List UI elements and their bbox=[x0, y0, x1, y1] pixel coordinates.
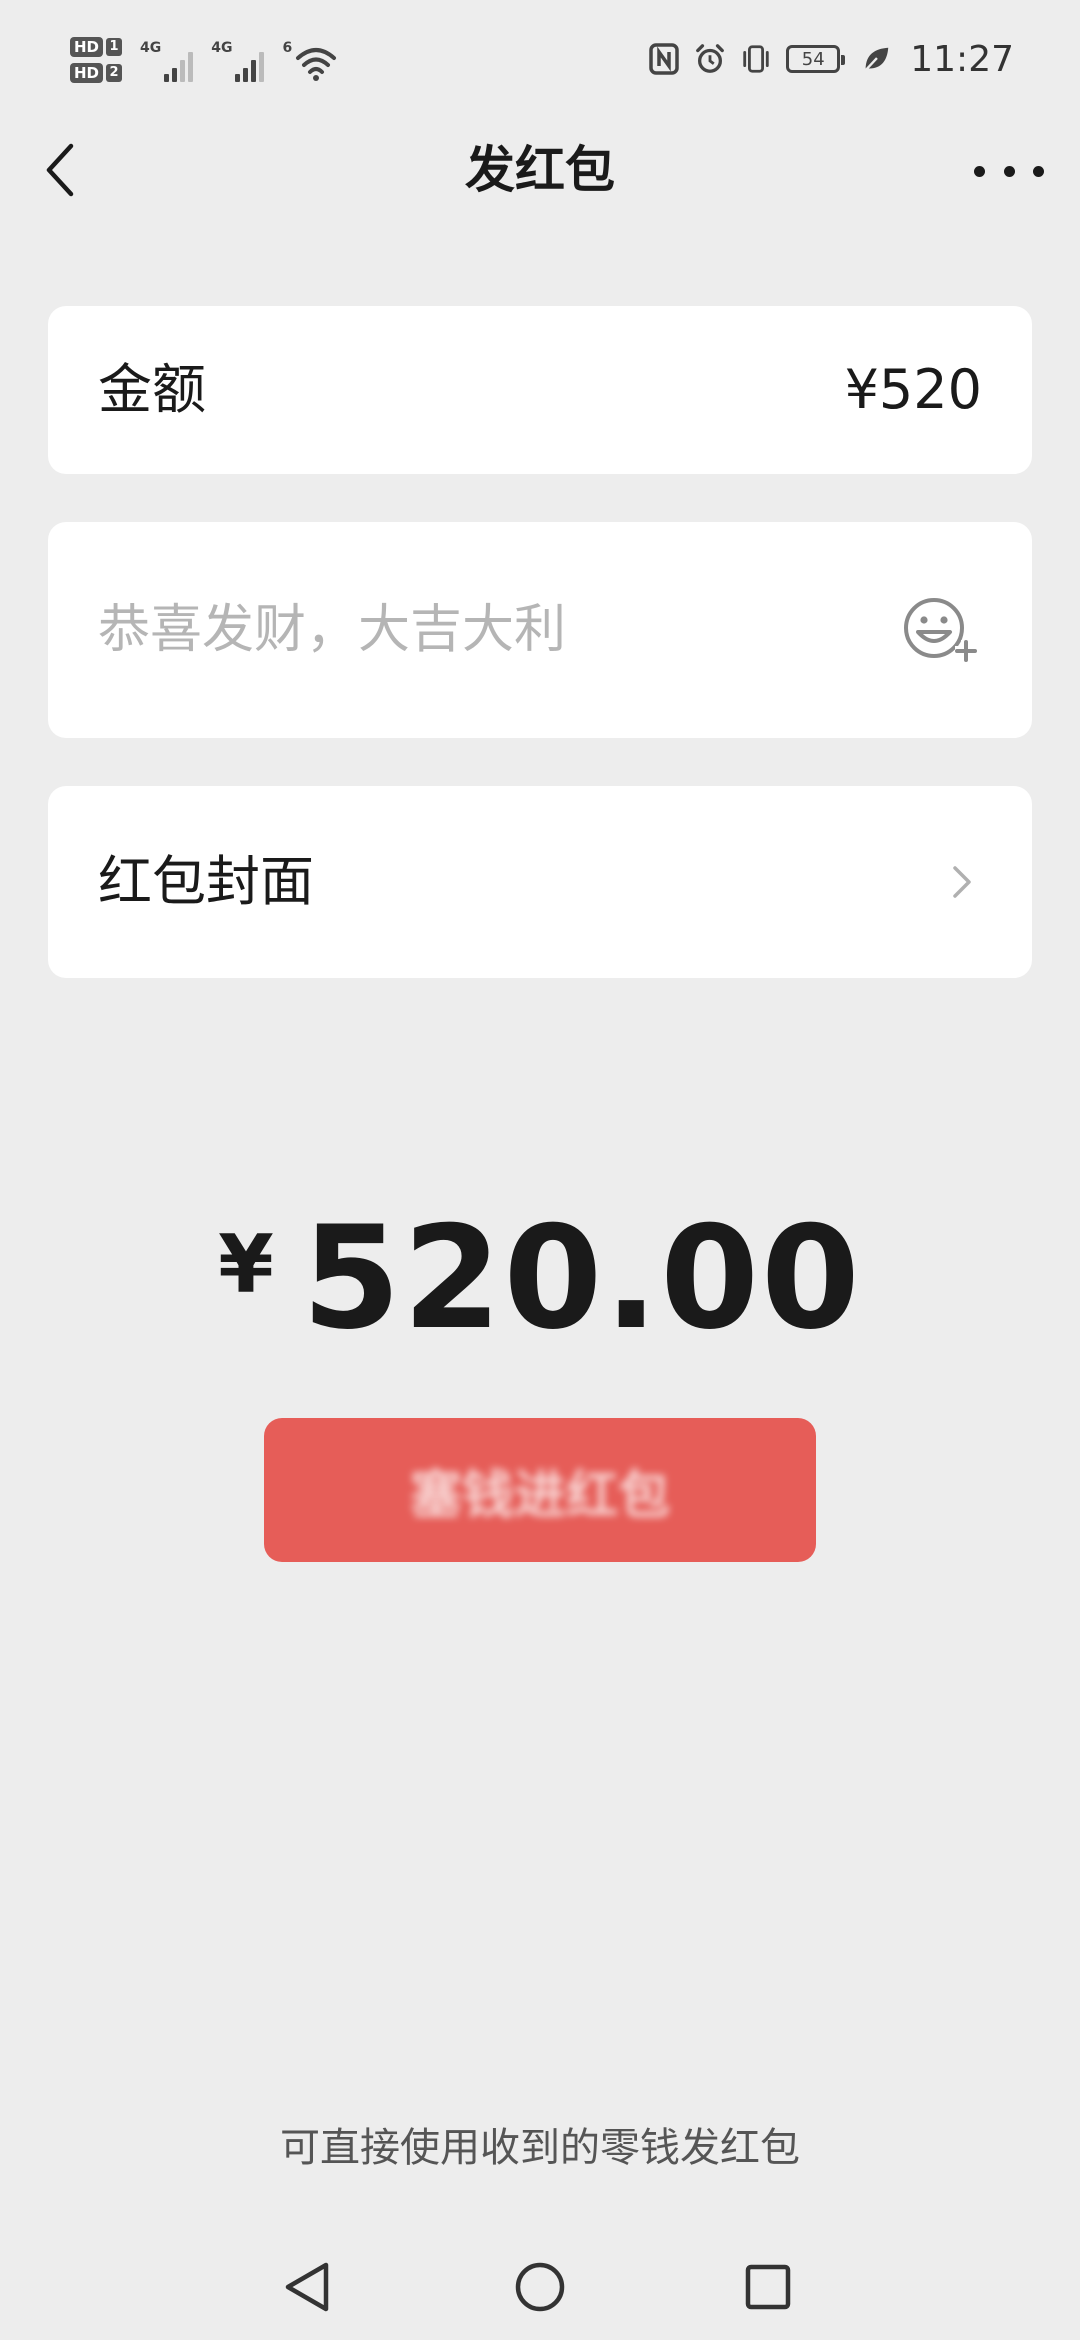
amount-value[interactable]: ¥520 bbox=[845, 356, 982, 424]
nav-back-icon bbox=[285, 2262, 329, 2312]
status-left: HD 1 HD 2 4G 4G 6 bbox=[70, 28, 337, 92]
send-button-label: 塞钱进红包 bbox=[409, 1465, 670, 1526]
hd2-number: 2 bbox=[106, 64, 123, 82]
nav-recent-icon bbox=[745, 2264, 791, 2310]
battery-icon: 54 bbox=[786, 45, 846, 73]
nav-recent-button[interactable] bbox=[733, 2252, 803, 2322]
amount-row[interactable]: 金额 ¥520 bbox=[48, 306, 1032, 474]
more-dot bbox=[1033, 165, 1044, 177]
system-navigation-bar bbox=[0, 2230, 1080, 2340]
page-title: 发红包 bbox=[465, 141, 615, 199]
signal-sim2: 4G bbox=[211, 38, 265, 82]
nfc-icon bbox=[649, 43, 679, 75]
signal-sim1: 4G bbox=[140, 38, 194, 82]
total-value: 520.00 bbox=[301, 1195, 862, 1361]
navigation-bar: 发红包 bbox=[0, 120, 1080, 220]
hd1-label: HD bbox=[70, 37, 104, 57]
greeting-input[interactable] bbox=[98, 592, 858, 668]
cover-row[interactable]: 红包封面 bbox=[48, 786, 1032, 978]
hd2-label: HD bbox=[70, 63, 104, 83]
hd-indicators: HD 1 HD 2 bbox=[70, 37, 123, 83]
total-amount: ¥ 520.00 bbox=[0, 1195, 1080, 1361]
nav-back-button[interactable] bbox=[272, 2252, 342, 2322]
greeting-row bbox=[48, 522, 1032, 738]
wifi-icon bbox=[296, 48, 337, 81]
network-type-1: 4G bbox=[140, 40, 162, 56]
leaf-icon bbox=[863, 47, 889, 73]
more-dots-icon bbox=[974, 165, 985, 177]
chevron-right-icon bbox=[953, 866, 971, 898]
amount-label: 金额 bbox=[98, 358, 206, 421]
hd1-number: 1 bbox=[106, 38, 123, 56]
send-red-packet-screen: HD 1 HD 2 4G 4G 6 54 11:27 发红包 金额 ¥520 恭… bbox=[0, 0, 1080, 2340]
signal-bars-2-icon bbox=[235, 48, 265, 82]
status-bar: HD 1 HD 2 4G 4G 6 54 11:27 bbox=[0, 0, 1080, 120]
vibrate-icon bbox=[743, 45, 769, 73]
nav-home-button[interactable] bbox=[505, 2252, 575, 2322]
status-right: 54 11:27 bbox=[648, 34, 1014, 84]
more-button[interactable] bbox=[974, 146, 1044, 196]
network-type-2: 4G bbox=[211, 40, 233, 56]
total-currency: ¥ bbox=[218, 1217, 274, 1311]
signal-bars-1-icon bbox=[164, 48, 194, 82]
emoji-add-icon[interactable] bbox=[900, 592, 982, 668]
balance-footnote: 可直接使用收到的零钱发红包 bbox=[280, 2125, 800, 2171]
cover-label: 红包封面 bbox=[98, 850, 314, 913]
send-red-packet-button[interactable]: 塞钱进红包 bbox=[264, 1418, 816, 1562]
wifi-standard: 6 bbox=[282, 40, 293, 56]
hd2-indicator: HD 2 bbox=[70, 63, 123, 83]
more-dot bbox=[1003, 165, 1015, 177]
wifi-group: 6 bbox=[282, 38, 337, 82]
status-time: 11:27 bbox=[910, 38, 1014, 80]
hd1-indicator: HD 1 bbox=[70, 37, 123, 57]
battery-level: 54 bbox=[801, 48, 825, 70]
nav-home-icon bbox=[515, 2262, 565, 2312]
alarm-icon bbox=[696, 44, 725, 73]
